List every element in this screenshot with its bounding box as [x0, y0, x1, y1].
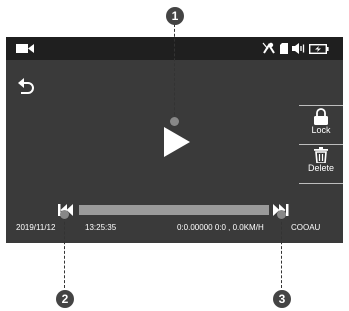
- callout-badge-3: 3: [273, 290, 291, 308]
- callout-badge-1: 1: [166, 7, 184, 25]
- gps-off-icon: [262, 42, 275, 54]
- divider: [299, 183, 343, 184]
- callout-dot: [60, 210, 69, 219]
- callout-dot: [170, 117, 179, 126]
- lock-icon: [314, 108, 328, 125]
- back-icon[interactable]: [18, 77, 34, 94]
- date-text: 2019/11/12: [16, 223, 56, 232]
- play-icon[interactable]: [164, 127, 190, 157]
- brand-text: COOAU: [291, 223, 321, 232]
- battery-charging-icon: [309, 43, 329, 54]
- callout-line: [281, 212, 282, 288]
- lock-label: Lock: [311, 125, 331, 135]
- delete-button[interactable]: Delete: [299, 145, 343, 183]
- gps-speed-text: 0:0.00000 0:0 , 0.0KM/H: [177, 223, 264, 232]
- lock-button[interactable]: Lock: [299, 106, 343, 144]
- time-text: 13:25:35: [85, 223, 117, 232]
- volume-icon: [292, 43, 305, 54]
- video-camera-icon: [16, 44, 34, 53]
- progress-bar[interactable]: [79, 205, 269, 215]
- status-icons: [262, 42, 329, 55]
- callout-badge-2: 2: [56, 290, 74, 308]
- side-panel: Lock Delete: [299, 105, 343, 184]
- delete-label: Delete: [307, 163, 334, 173]
- callout-line: [174, 24, 175, 120]
- callout-line: [64, 212, 65, 288]
- trash-icon: [314, 147, 328, 163]
- sd-card-icon: [280, 43, 288, 54]
- callout-dot: [277, 210, 286, 219]
